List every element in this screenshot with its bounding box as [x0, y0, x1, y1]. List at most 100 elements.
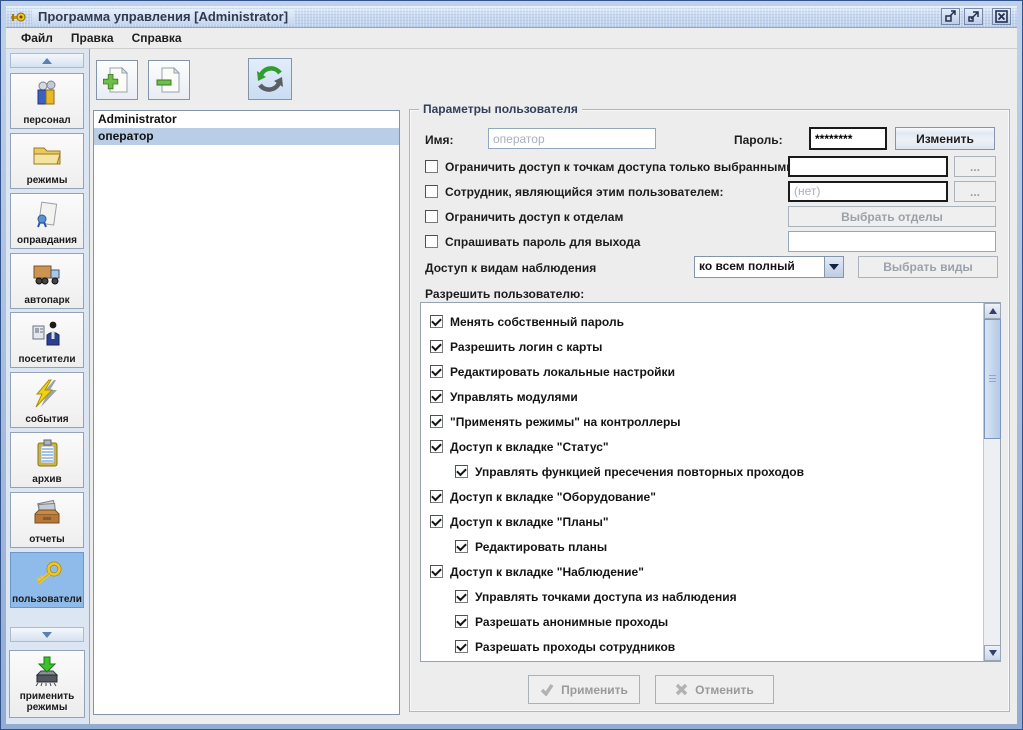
chevron-down-icon [42, 632, 52, 638]
sidebar-scroll-up[interactable] [10, 53, 84, 68]
apply-button[interactable]: Применить [528, 675, 640, 704]
sidebar-item-archive[interactable]: архив [10, 432, 84, 488]
permission-row[interactable]: Разрешить логин с карты [421, 334, 983, 359]
access-points-more-button[interactable]: ... [954, 156, 996, 177]
maximize-button[interactable] [964, 8, 983, 25]
checked-checkbox-icon[interactable] [430, 440, 443, 453]
cancel-button[interactable]: Отменить [655, 675, 774, 704]
x-icon [675, 683, 688, 696]
sidebar: персонал режимы оправдания автопарк [6, 49, 90, 724]
user-list: Administrator оператор [93, 110, 400, 715]
menu-file[interactable]: Файл [14, 29, 60, 47]
permission-row[interactable]: Управлять функцией пресечения повторных … [421, 459, 983, 484]
checked-checkbox-icon[interactable] [430, 390, 443, 403]
people-icon [30, 74, 64, 115]
combo-arrow-button[interactable] [824, 257, 843, 277]
checked-checkbox-icon[interactable] [455, 465, 468, 478]
employee-link-label: Сотрудник, являющийся этим пользователем… [445, 185, 724, 199]
add-user-button[interactable] [96, 60, 138, 100]
select-views-button[interactable]: Выбрать виды [858, 256, 998, 278]
checked-checkbox-icon[interactable] [430, 315, 443, 328]
window-title: Программа управления [Administrator] [32, 9, 294, 24]
ask-exit-password-checkbox[interactable] [425, 235, 438, 248]
checked-checkbox-icon[interactable] [455, 615, 468, 628]
permission-row[interactable]: "Применять режимы" на контроллеры [421, 409, 983, 434]
truck-icon [30, 254, 64, 295]
window-inner: Программа управления [Administrator] [6, 6, 1017, 724]
restrict-departments-checkbox[interactable] [425, 210, 438, 223]
chevron-down-icon [829, 264, 839, 270]
title-bar: Программа управления [Administrator] [6, 6, 1017, 28]
visitor-icon [30, 313, 64, 354]
certificate-icon [30, 194, 64, 235]
add-user-icon [102, 65, 132, 95]
scroll-down-button[interactable] [984, 645, 1001, 661]
remove-user-icon [154, 65, 184, 95]
checked-checkbox-icon[interactable] [430, 340, 443, 353]
sidebar-item-events[interactable]: события [10, 372, 84, 428]
checked-checkbox-icon[interactable] [430, 515, 443, 528]
checked-checkbox-icon[interactable] [455, 540, 468, 553]
permission-row[interactable]: Доступ к вкладке "Статус" [421, 434, 983, 459]
clipboard-icon [30, 433, 64, 474]
checked-checkbox-icon[interactable] [430, 415, 443, 428]
sidebar-item-modes[interactable]: режимы [10, 133, 84, 189]
sidebar-scroll-down[interactable] [10, 627, 84, 642]
list-item-administrator[interactable]: Administrator [94, 111, 399, 128]
check-icon [540, 683, 554, 696]
close-button[interactable] [992, 8, 1011, 25]
vertical-scrollbar[interactable] [983, 303, 1000, 661]
permission-row[interactable]: Управлять точками доступа из наблюдения [421, 584, 983, 609]
select-departments-button[interactable]: Выбрать отделы [788, 206, 996, 227]
restrict-access-points-checkbox[interactable] [425, 160, 438, 173]
permission-row[interactable]: Редактировать планы [421, 534, 983, 559]
change-password-button[interactable]: Изменить [895, 127, 995, 150]
key-icon [30, 553, 64, 594]
permission-row[interactable]: Разрешать проходы сотрудников [421, 634, 983, 659]
sidebar-item-reports[interactable]: отчеты [10, 492, 84, 548]
checked-checkbox-icon[interactable] [455, 590, 468, 603]
sidebar-item-visitors[interactable]: посетители [10, 312, 84, 368]
refresh-button[interactable] [248, 58, 292, 100]
permission-row[interactable]: Менять собственный пароль [421, 309, 983, 334]
menu-bar: Файл Правка Справка [6, 28, 1017, 49]
minimize-icon [944, 10, 957, 23]
menu-edit[interactable]: Правка [64, 29, 121, 47]
access-points-field[interactable] [788, 156, 948, 177]
group-title: Параметры пользователя [419, 102, 582, 116]
employee-more-button[interactable]: ... [954, 181, 996, 202]
permission-row[interactable]: Доступ к вкладке "Наблюдение" [421, 559, 983, 584]
chevron-up-icon [989, 308, 997, 314]
scroll-up-button[interactable] [984, 303, 1001, 319]
employee-link-checkbox[interactable] [425, 185, 438, 198]
view-access-combobox[interactable]: ко всем полный [694, 256, 844, 278]
minimize-button[interactable] [941, 8, 960, 25]
sidebar-item-personnel[interactable]: персонал [10, 73, 84, 129]
exit-password-field[interactable] [788, 231, 996, 252]
permission-row[interactable]: Доступ к вкладке "Планы" [421, 509, 983, 534]
scrollbar-thumb[interactable] [984, 319, 1001, 439]
remove-user-button[interactable] [148, 60, 190, 100]
sidebar-item-fleet[interactable]: автопарк [10, 253, 84, 309]
password-field[interactable] [809, 127, 887, 150]
checked-checkbox-icon[interactable] [430, 490, 443, 503]
menu-help[interactable]: Справка [125, 29, 189, 47]
sidebar-item-label: пользователи [12, 594, 82, 605]
user-params-group: Параметры пользователя Имя: Пароль: Изме… [409, 109, 1010, 712]
checked-checkbox-icon[interactable] [430, 365, 443, 378]
sidebar-item-excuses[interactable]: оправдания [10, 193, 84, 249]
permission-row[interactable]: Управлять модулями [421, 384, 983, 409]
list-item-operator[interactable]: оператор [94, 128, 399, 145]
sidebar-item-users[interactable]: пользователи [10, 552, 84, 608]
checked-checkbox-icon[interactable] [430, 565, 443, 578]
lightning-icon [30, 373, 64, 414]
sidebar-item-label: отчеты [29, 534, 64, 545]
app-key-icon [10, 9, 26, 25]
app-window: Программа управления [Administrator] [0, 0, 1023, 730]
checked-checkbox-icon[interactable] [455, 640, 468, 653]
main-area: Administrator оператор Параметры пользов… [90, 49, 1017, 724]
apply-modes-button[interactable]: применить режимы [9, 650, 85, 718]
permission-row[interactable]: Доступ к вкладке "Оборудование" [421, 484, 983, 509]
permission-row[interactable]: Разрешать анонимные проходы [421, 609, 983, 634]
permission-row[interactable]: Редактировать локальные настройки [421, 359, 983, 384]
